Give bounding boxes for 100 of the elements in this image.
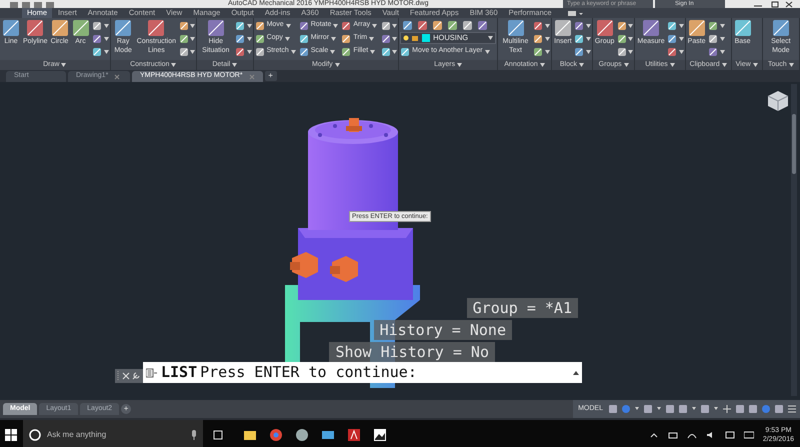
tool-icon-button[interactable] (380, 46, 392, 57)
caret-icon (628, 24, 634, 28)
microphone-icon (191, 430, 197, 440)
tool-icon-button[interactable] (234, 20, 246, 31)
tool-glyph-icon (178, 20, 188, 30)
tool-icon-button[interactable] (234, 46, 246, 57)
square-icon[interactable] (678, 404, 688, 414)
autocad-app-icon[interactable] (347, 428, 361, 442)
tool-glyph-icon (380, 46, 391, 56)
tool-icon-button[interactable] (178, 33, 189, 44)
caret-icon (246, 24, 252, 28)
command-history-icon[interactable] (146, 368, 158, 378)
tool-icon-button[interactable] (616, 33, 628, 44)
caret-icon (628, 36, 634, 40)
ribbon-options-icon[interactable] (568, 10, 584, 17)
layer-tool-button[interactable] (447, 20, 458, 31)
tool-icon-button[interactable] (178, 20, 189, 31)
tool-icon (642, 19, 660, 37)
image-app-icon[interactable] (373, 428, 387, 442)
tool-icon-button[interactable] (708, 46, 719, 57)
caret-icon (624, 63, 629, 67)
tool-icon (206, 19, 225, 37)
new-layout-button[interactable]: + (121, 404, 132, 414)
layer-tool-button[interactable] (462, 20, 474, 31)
caret-icon (788, 63, 794, 67)
layer-glyph-icon (462, 20, 474, 31)
tool-icon-button[interactable] (574, 20, 585, 31)
tool-icon-button[interactable] (616, 46, 628, 57)
tool-glyph-icon (92, 34, 102, 44)
browser-icon[interactable] (269, 428, 283, 442)
tool-icon (298, 34, 309, 44)
tool-icon-button[interactable] (234, 33, 246, 44)
menu-icon[interactable] (787, 404, 797, 414)
tool-glyph-icon (92, 20, 102, 30)
layer-tool-button[interactable] (417, 20, 428, 31)
tool-icon-button[interactable] (380, 33, 392, 44)
layer-tool-button[interactable] (402, 20, 414, 31)
tool-icon-button[interactable] (666, 20, 678, 31)
wrench-icon[interactable] (132, 372, 140, 380)
tool-glyph-icon (616, 20, 627, 30)
caret-up-icon[interactable] (573, 370, 579, 374)
windows-logo-icon[interactable] (5, 428, 17, 440)
tool-icon-button[interactable] (666, 33, 678, 44)
keyboard-icon[interactable] (744, 430, 754, 440)
tool-icon-button[interactable] (92, 33, 103, 44)
layer-swatch-icon (422, 34, 430, 42)
command-line-field[interactable]: LIST Press ENTER to continue: (143, 362, 582, 383)
layer-tool-button[interactable] (477, 20, 488, 31)
task-view-icon[interactable] (211, 428, 225, 442)
tool-icon-button[interactable] (574, 33, 585, 44)
caret-icon (586, 36, 591, 40)
tool-icon-button[interactable] (616, 20, 628, 31)
view-cube-icon[interactable] (766, 90, 790, 112)
tool-icon-button[interactable] (574, 46, 585, 57)
tool-icon (298, 46, 309, 56)
tool-glyph-icon (708, 46, 718, 56)
tool-icon (72, 19, 90, 37)
caret-icon (678, 24, 684, 28)
tool-icon (341, 20, 352, 30)
tool-icon-button[interactable] (532, 20, 544, 31)
layer-glyph-icon (447, 20, 458, 31)
tool-icon-button[interactable] (380, 20, 392, 31)
tool-icon-button[interactable] (178, 46, 189, 57)
caret-icon (752, 63, 758, 67)
tool-glyph-icon (667, 46, 678, 56)
caret-icon (334, 63, 340, 67)
tool-icon (341, 46, 352, 56)
tool-icon (114, 19, 132, 37)
tool-icon-button[interactable] (532, 46, 544, 57)
caret-icon (720, 24, 725, 28)
tool-icon (400, 46, 410, 56)
grip-icon[interactable] (117, 370, 120, 380)
tool-glyph-icon (616, 46, 627, 56)
tool-icon (147, 19, 166, 37)
command-prompt: Press ENTER to continue: (200, 362, 417, 384)
sphere-icon[interactable] (295, 428, 309, 442)
tool-icon-button[interactable] (708, 33, 719, 44)
notification-icon[interactable] (724, 430, 735, 440)
caret-icon (370, 50, 376, 54)
tool-icon-button[interactable] (532, 33, 544, 44)
tool-icon-button[interactable] (92, 46, 103, 57)
tool-icon-button[interactable] (666, 46, 678, 57)
tool-icon (688, 19, 706, 37)
vertical-scrollbar[interactable] (791, 84, 797, 396)
tool-icon-button[interactable] (92, 20, 103, 31)
caret-icon (171, 63, 176, 67)
plus-icon[interactable] (722, 404, 732, 414)
caret-icon (331, 36, 336, 40)
scrollbar-thumb[interactable] (792, 114, 796, 174)
battery-icon[interactable] (668, 430, 678, 440)
new-tab-button[interactable]: + (264, 71, 277, 81)
caret-icon (720, 36, 725, 40)
tool-icon-button[interactable] (708, 20, 719, 31)
tool-icon (596, 19, 614, 37)
caret-icon (457, 63, 462, 67)
layer-tool-button[interactable] (432, 20, 444, 31)
close-icon[interactable] (122, 372, 130, 380)
taskbar-search-field[interactable]: Ask me anything (23, 420, 203, 447)
tool-icon (772, 19, 790, 37)
tool-glyph-icon (178, 34, 188, 44)
